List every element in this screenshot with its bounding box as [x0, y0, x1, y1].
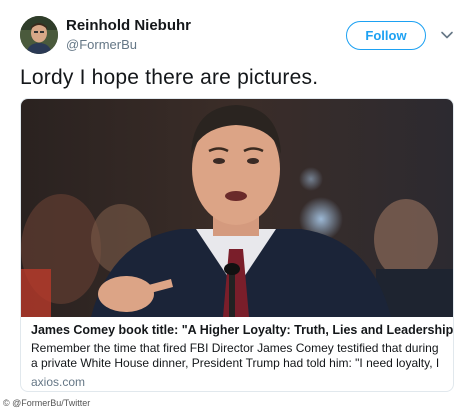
link-card-body: James Comey book title: "A Higher Loyalt… — [31, 323, 453, 389]
link-preview-card[interactable]: James Comey book title: "A Higher Loyalt… — [20, 98, 454, 392]
link-card-title[interactable]: James Comey book title: "A Higher Loyalt… — [31, 323, 453, 338]
link-card-description: Remember the time that fired FBI Directo… — [31, 341, 440, 370]
link-card-domain: axios.com — [31, 375, 86, 389]
author-name[interactable]: Reinhold Niebuhr — [66, 17, 191, 34]
image-credit: © @FormerBu/Twitter — [3, 398, 91, 408]
tweet-text: Lordy I hope there are pictures. — [20, 66, 319, 89]
chevron-down-icon[interactable] — [440, 28, 454, 42]
avatar[interactable] — [20, 16, 58, 54]
article-photo — [21, 99, 453, 317]
tweet-card: Reinhold Niebuhr @FormerBu Follow Lordy … — [0, 0, 474, 397]
follow-button[interactable]: Follow — [346, 21, 426, 50]
author-handle[interactable]: @FormerBu — [66, 37, 137, 52]
avatar-image — [20, 16, 58, 54]
